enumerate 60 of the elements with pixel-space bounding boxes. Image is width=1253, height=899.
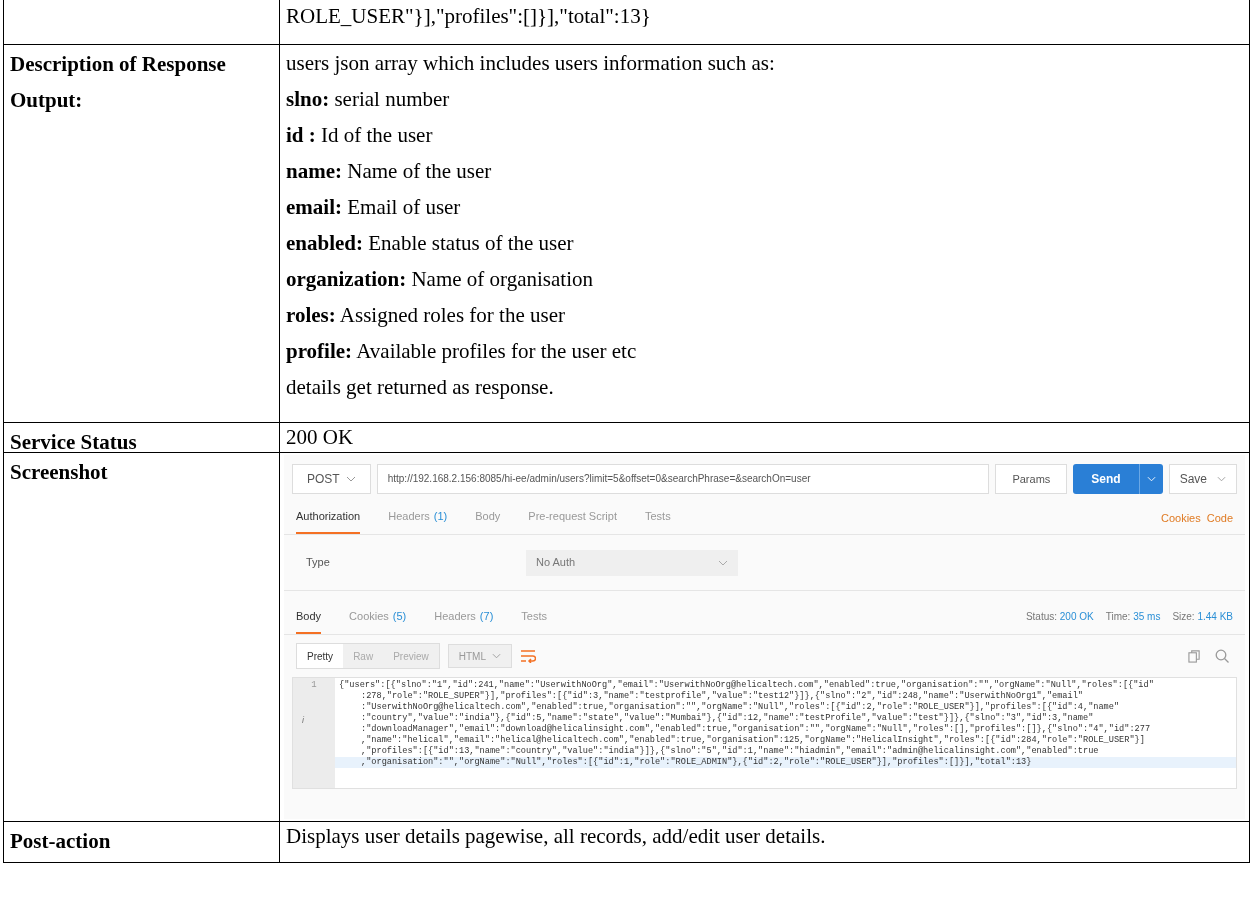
line-number: 1 [311, 680, 317, 691]
description-line: users json array which includes users information such as: [286, 50, 776, 77]
code-line: ,"name":"helical","email":"helical@helicaltech.com","enabled":true,"organisation":125,"orgName":"HelicalInsight","roles":[{"id":284,"role":"ROLE_USER"}] [360, 735, 1146, 746]
tab[interactable]: Headers (1) [388, 507, 448, 534]
chevron-down-icon [345, 476, 356, 482]
description-line: profile: Available profiles for the user etc [286, 338, 638, 365]
row-label: Post-action [10, 828, 112, 855]
chevron-down-icon [1217, 476, 1226, 482]
link[interactable]: Code [1206, 509, 1233, 526]
description-line: email: Email of user [286, 194, 462, 221]
tab[interactable]: Pre-request Script [528, 507, 617, 534]
auth-type-dropdown[interactable]: No Auth [526, 549, 738, 576]
description-line: organization: Name of organisation [286, 266, 594, 293]
cell-text: Displays user details pagewise, all records, add/edit user details. [286, 823, 827, 850]
view-mode-tab[interactable]: Preview [383, 644, 439, 668]
search-icon[interactable] [1215, 649, 1229, 663]
tab[interactable]: Headers (7) [434, 607, 494, 634]
field-label: Type [306, 555, 331, 571]
code-line: :"UserwithNoOrg@helicaltech.com","enabled":true,"organisation":"","orgName":"Null","roles":[{"id":2,"role":"ROLE_USER"}],"profiles":[{"id":4,"name" [360, 702, 1121, 713]
status-stat: Time: 35 ms [1105, 610, 1161, 624]
copy-icon[interactable] [1188, 649, 1201, 663]
send-button[interactable]: Send [1073, 464, 1139, 494]
description-line: roles: Assigned roles for the user [286, 302, 566, 329]
description-line: details get returned as response. [286, 374, 555, 401]
code-line: :"country","value":"india"},{"id":5,"name":"state","value":"Mumbai"},{"id":12,"name":"testProfile","value":"test"}]},{"slno":"3","id":3,"name" [360, 713, 1095, 724]
tab[interactable]: Authorization [296, 507, 361, 534]
save-button[interactable]: Save [1168, 464, 1237, 494]
code-line: {"users":[{"slno":"1","id":241,"name":"UserwithNoOrg","email":"UserwithNoOrg@helicaltech.com","enabled":true,"organisation":"","orgName":"Null","roles":[{"id" [338, 680, 1155, 691]
gutter-marker: i [302, 715, 304, 726]
row-label: Service Status [10, 429, 138, 456]
link[interactable]: Cookies [1160, 509, 1201, 526]
view-mode-tab[interactable]: Pretty [297, 644, 344, 668]
tab[interactable]: Tests [521, 607, 547, 634]
status-stat: Status: 200 OK [1025, 610, 1094, 624]
chevron-down-icon [1146, 476, 1156, 482]
code-line: :278,"role":"ROLE_SUPER"}],"profiles":[{"id":3,"name":"testprofile","value":"test12"}]},{"slno":"2","id":248,"name":"UserwithNoOrg1","email" [360, 691, 1084, 702]
code-line: :"downloadManager","email":"download@helicalinsight.com","enabled":true,"organisation":"","orgName":"Null","roles":[],"profiles":[]},{"slno":"4","id":277 [360, 724, 1152, 735]
row-label: Screenshot [10, 459, 109, 486]
tab[interactable]: Cookies (5) [349, 607, 407, 634]
tab[interactable]: Tests [645, 507, 671, 534]
description-line: id : Id of the user [286, 122, 434, 149]
send-options-button[interactable] [1138, 464, 1163, 494]
description-line: name: Name of the user [286, 158, 493, 185]
tab[interactable]: Body [296, 607, 322, 634]
description-line: enabled: Enable status of the user [286, 230, 575, 257]
chevron-down-icon [718, 559, 728, 566]
cell-text: ROLE_USER"}],"profiles":[]}],"total":13} [286, 3, 652, 30]
row-label: Description of Response Output: [10, 51, 227, 114]
chevron-down-icon [491, 653, 501, 659]
method-dropdown[interactable]: POST [292, 464, 371, 494]
code-line: ,"profiles":[{"id":13,"name":"country","value":"india"}]},{"slno":"5","id":1,"name":"hiadmin","email":"admin@helicalinsight.com","enabled":true [360, 746, 1100, 757]
cell-text: 200 OK [286, 424, 355, 451]
view-mode-tab[interactable]: Raw [343, 644, 384, 668]
wrap-lines-icon[interactable] [519, 649, 536, 663]
url-field[interactable]: http://192.168.2.156:8085/hi-ee/admin/users?limit=5&offset=0&searchPhrase=&searchOn=user [376, 464, 990, 494]
description-line: slno: serial number [286, 86, 451, 113]
format-dropdown[interactable]: HTML [447, 644, 512, 668]
status-stat: Size: 1.44 KB [1172, 610, 1233, 624]
params-button[interactable]: Params [995, 464, 1068, 494]
tab[interactable]: Body [475, 507, 501, 534]
